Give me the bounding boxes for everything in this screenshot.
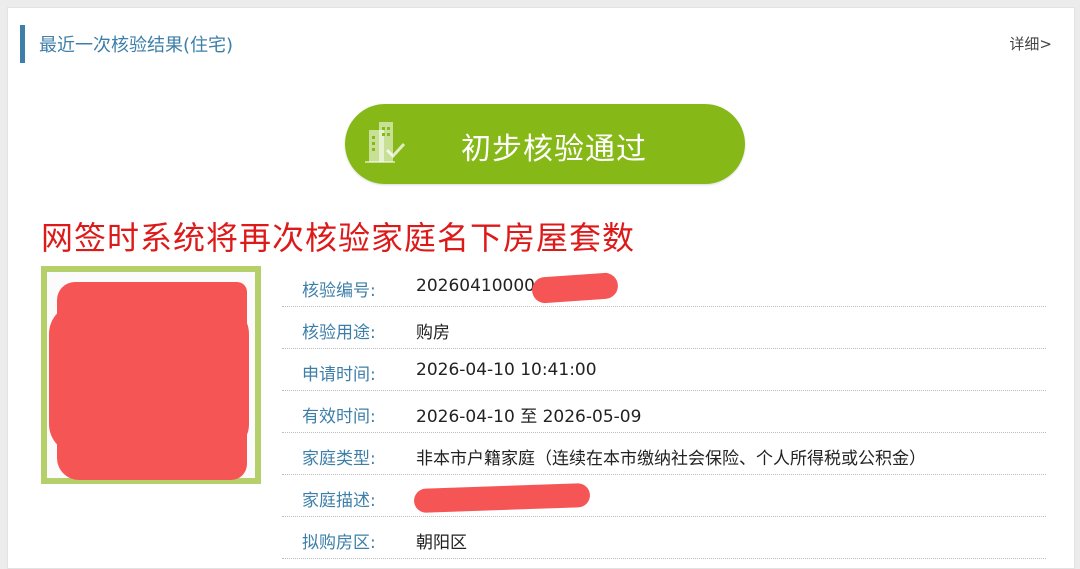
detail-label: 核验用途: [302, 323, 376, 343]
detail-row: 家庭描述: [282, 476, 1046, 517]
detail-table: 核验编号: 2026041000002 核验用途: 购房 申请时间: 2026-… [282, 266, 1046, 560]
detail-value: 2026-04-10 至 2026-05-09 [416, 407, 642, 427]
recheck-notice: 网签时系统将再次核验家庭名下房屋套数 [41, 219, 636, 257]
redaction-mark [413, 482, 591, 514]
detail-row: 申请时间: 2026-04-10 10:41:00 [282, 350, 1046, 391]
verification-status-button[interactable]: 初步核验通过 [345, 104, 745, 184]
detail-label: 家庭描述: [302, 491, 376, 511]
detail-value: 2026-04-10 10:41:00 [416, 360, 597, 380]
detail-link[interactable]: 详细> [1009, 33, 1052, 54]
status-label: 初步核验通过 [461, 132, 647, 167]
detail-row: 核验用途: 购房 [282, 308, 1046, 349]
redaction-mark [531, 272, 619, 304]
detail-label: 有效时间: [302, 407, 376, 427]
detail-value: 非本市户籍家庭（连续在本市缴纳社会保险、个人所得税或公积金） [416, 449, 926, 469]
detail-row: 拟购房区: 朝阳区 [282, 518, 1046, 559]
detail-row: 家庭类型: 非本市户籍家庭（连续在本市缴纳社会保险、个人所得税或公积金） [282, 434, 1046, 475]
detail-value: 朝阳区 [416, 533, 467, 553]
detail-label: 核验编号: [302, 281, 376, 301]
detail-label: 申请时间: [302, 365, 376, 385]
photo-frame [41, 266, 261, 484]
detail-row: 核验编号: 2026041000002 [282, 266, 1046, 307]
building-check-icon [365, 122, 406, 163]
detail-value: 购房 [416, 323, 450, 343]
section-title: 最近一次核验结果(住宅) [39, 35, 234, 56]
result-card: 最近一次核验结果(住宅) 详细> 初步核验通过 网签时系统将再次核验家庭名下房屋… [7, 7, 1075, 569]
header-accent-bar [20, 25, 25, 63]
detail-label: 拟购房区: [302, 533, 376, 553]
detail-label: 家庭类型: [302, 449, 376, 469]
photo-redaction-overlay [49, 304, 249, 454]
detail-row: 有效时间: 2026-04-10 至 2026-05-09 [282, 392, 1046, 433]
